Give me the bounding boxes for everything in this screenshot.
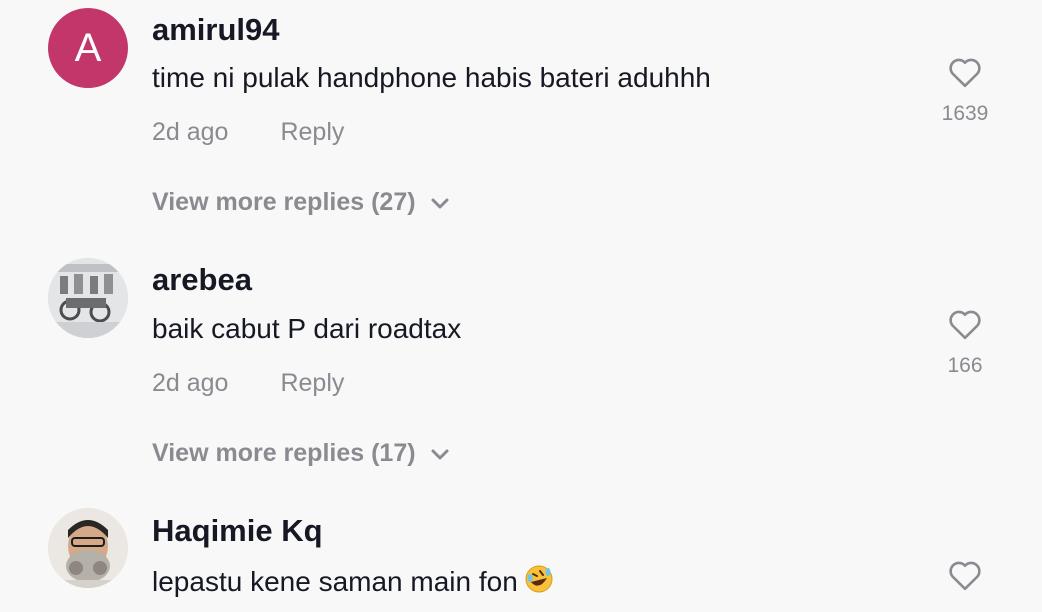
comment-text: baik cabut P dari roadtax bbox=[152, 313, 462, 344]
comment-text: time ni pulak handphone habis bateri adu… bbox=[152, 62, 711, 93]
comment-time: 2d ago bbox=[152, 118, 229, 146]
like-count: 1639 bbox=[941, 102, 989, 125]
comment-username[interactable]: amirul94 bbox=[152, 12, 280, 48]
view-more-label: View more replies (27) bbox=[152, 188, 416, 216]
heart-icon[interactable] bbox=[947, 559, 983, 591]
avatar[interactable] bbox=[48, 508, 128, 588]
comment-username[interactable]: arebea bbox=[152, 262, 252, 298]
avatar-letter: A bbox=[74, 25, 102, 70]
avatar[interactable]: A bbox=[48, 8, 128, 88]
comment-text-content: lepastu kene saman main fon bbox=[152, 566, 518, 597]
avatar[interactable] bbox=[48, 258, 128, 338]
reply-button[interactable]: Reply bbox=[280, 369, 344, 397]
heart-icon[interactable] bbox=[947, 308, 983, 340]
view-more-replies-button[interactable]: View more replies (17) bbox=[152, 439, 450, 468]
avatar-photo bbox=[48, 508, 128, 588]
view-more-label: View more replies (17) bbox=[152, 439, 416, 467]
chevron-down-icon bbox=[431, 449, 449, 459]
comment-meta: 2d ago Reply bbox=[152, 118, 344, 147]
like-count: 166 bbox=[947, 354, 983, 377]
like-control bbox=[925, 559, 1005, 591]
view-more-replies-button[interactable]: View more replies (27) bbox=[152, 188, 450, 217]
chevron-down-icon bbox=[431, 198, 449, 208]
reply-button[interactable]: Reply bbox=[280, 118, 344, 146]
comment-time: 2d ago bbox=[152, 369, 229, 397]
comment-text: lepastu kene saman main fon bbox=[152, 564, 554, 601]
avatar-photo bbox=[48, 258, 128, 338]
like-control: 1639 bbox=[925, 56, 1005, 126]
like-control: 166 bbox=[925, 308, 1005, 378]
comment-meta: 2d ago Reply bbox=[152, 369, 344, 398]
heart-icon[interactable] bbox=[947, 56, 983, 88]
comment-username[interactable]: Haqimie Kq bbox=[152, 513, 323, 549]
rolling-laughing-emoji-icon bbox=[524, 564, 554, 601]
